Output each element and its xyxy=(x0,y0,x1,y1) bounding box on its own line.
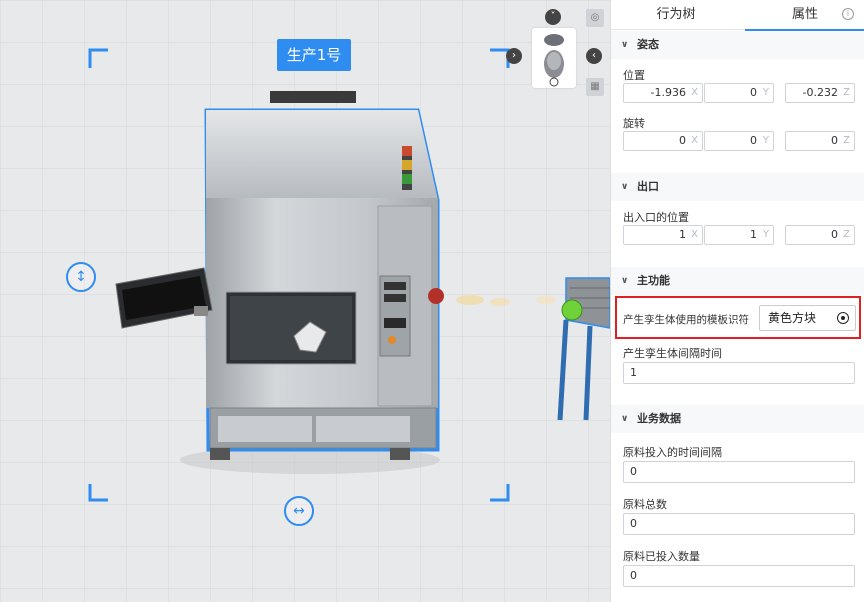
axis-z-label: Z xyxy=(843,229,850,240)
section-outlet-title: 出口 xyxy=(637,180,659,193)
section-pose-title: 姿态 xyxy=(637,38,659,51)
production-machine[interactable] xyxy=(204,91,444,460)
axis-y-label: Y xyxy=(762,229,769,240)
object-title-tag[interactable]: 生产1号 xyxy=(277,39,351,71)
chevron-down-icon: ∨ xyxy=(621,40,629,50)
section-business-data-title: 业务数据 xyxy=(637,412,681,425)
vertical-move-icon[interactable]: ↕ xyxy=(66,262,96,292)
template-label: 产生孪生体使用的模板识符 xyxy=(623,314,749,326)
axis-y-label: Y xyxy=(762,135,769,146)
position-x-field[interactable]: -1.936 X xyxy=(623,83,703,103)
feed-interval-field[interactable]: 0 xyxy=(623,461,855,483)
section-business-data[interactable]: ∨ 业务数据 xyxy=(611,405,864,433)
outlet-position-label: 出入口的位置 xyxy=(623,211,689,224)
outlet-z-field[interactable]: 0Z xyxy=(785,225,855,245)
property-panel: 行为树 属性 i ∨ 姿态 位置 -1.936 X 0Y -0.232 Z 旋转 0… xyxy=(610,0,864,602)
interval-field[interactable]: 1 xyxy=(623,362,855,384)
rotation-y-field[interactable]: 0Y xyxy=(704,131,774,151)
position-y-field[interactable]: 0Y xyxy=(704,83,774,103)
chevron-down-icon: ∨ xyxy=(621,182,629,192)
position-z-field[interactable]: -0.232 Z xyxy=(785,83,855,103)
info-icon[interactable]: i xyxy=(842,8,854,20)
position-label: 位置 xyxy=(623,69,645,82)
feed-interval-label: 原料投入的时间间隔 xyxy=(623,446,722,459)
3d-viewport[interactable]: 生产1号 ˅ ◎ › ‹ ▦ ↕ ↔ xyxy=(0,0,610,602)
axis-x-label: X xyxy=(691,135,698,146)
template-select-value: 黄色方块 xyxy=(768,311,817,325)
fed-count-field[interactable]: 0 xyxy=(623,565,855,587)
rotation-z-field[interactable]: 0Z xyxy=(785,131,855,151)
chevron-down-icon: ∨ xyxy=(621,414,629,424)
outlet-x-value: 1 xyxy=(679,228,686,241)
view-cube[interactable] xyxy=(532,28,576,88)
axis-z-label: Z xyxy=(843,87,850,98)
axis-x-label: X xyxy=(691,229,698,240)
outlet-y-field[interactable]: 1Y xyxy=(704,225,774,245)
axis-y-label: Y xyxy=(762,87,769,98)
rotation-y-value: 0 xyxy=(750,134,757,147)
template-select[interactable]: 黄色方块 xyxy=(759,305,856,331)
position-x-value: -1.936 xyxy=(650,86,686,99)
position-z-value: -0.232 xyxy=(802,86,838,99)
outlet-z-value: 0 xyxy=(831,228,838,241)
total-field[interactable]: 0 xyxy=(623,513,855,535)
axis-x-label: X xyxy=(691,87,698,98)
section-pose[interactable]: ∨ 姿态 xyxy=(611,31,864,59)
outlet-y-value: 1 xyxy=(750,228,757,241)
head-avatar-icon xyxy=(544,34,564,87)
fed-count-label: 原料已投入数量 xyxy=(623,550,700,563)
horizontal-move-icon[interactable]: ↔ xyxy=(284,496,314,526)
section-outlet[interactable]: ∨ 出口 xyxy=(611,173,864,201)
target-icon[interactable]: ◎ xyxy=(586,9,604,27)
outlet-x-field[interactable]: 1X xyxy=(623,225,703,245)
panel-tabs: 行为树 属性 i xyxy=(611,0,864,31)
chevron-down-icon: ∨ xyxy=(621,276,629,286)
tab-behavior-tree[interactable]: 行为树 xyxy=(611,0,741,30)
rotation-x-value: 0 xyxy=(679,134,686,147)
position-y-value: 0 xyxy=(750,86,757,99)
section-main-function-title: 主功能 xyxy=(637,274,670,287)
grid-icon[interactable]: ▦ xyxy=(586,78,604,96)
prev-view-chevron-icon[interactable]: › xyxy=(506,48,522,64)
radio-selected-icon xyxy=(837,312,849,324)
total-label: 原料总数 xyxy=(623,498,667,511)
section-main-function[interactable]: ∨ 主功能 xyxy=(611,267,864,295)
collapse-view-chevron-icon[interactable]: ˅ xyxy=(545,9,561,25)
prev-panel-chevron-icon[interactable]: ‹ xyxy=(586,48,602,64)
axis-z-label: Z xyxy=(843,135,850,146)
rotation-z-value: 0 xyxy=(831,134,838,147)
rotation-label: 旋转 xyxy=(623,117,645,130)
interval-label: 产生孪生体间隔时间 xyxy=(623,347,722,360)
rotation-x-field[interactable]: 0X xyxy=(623,131,703,151)
